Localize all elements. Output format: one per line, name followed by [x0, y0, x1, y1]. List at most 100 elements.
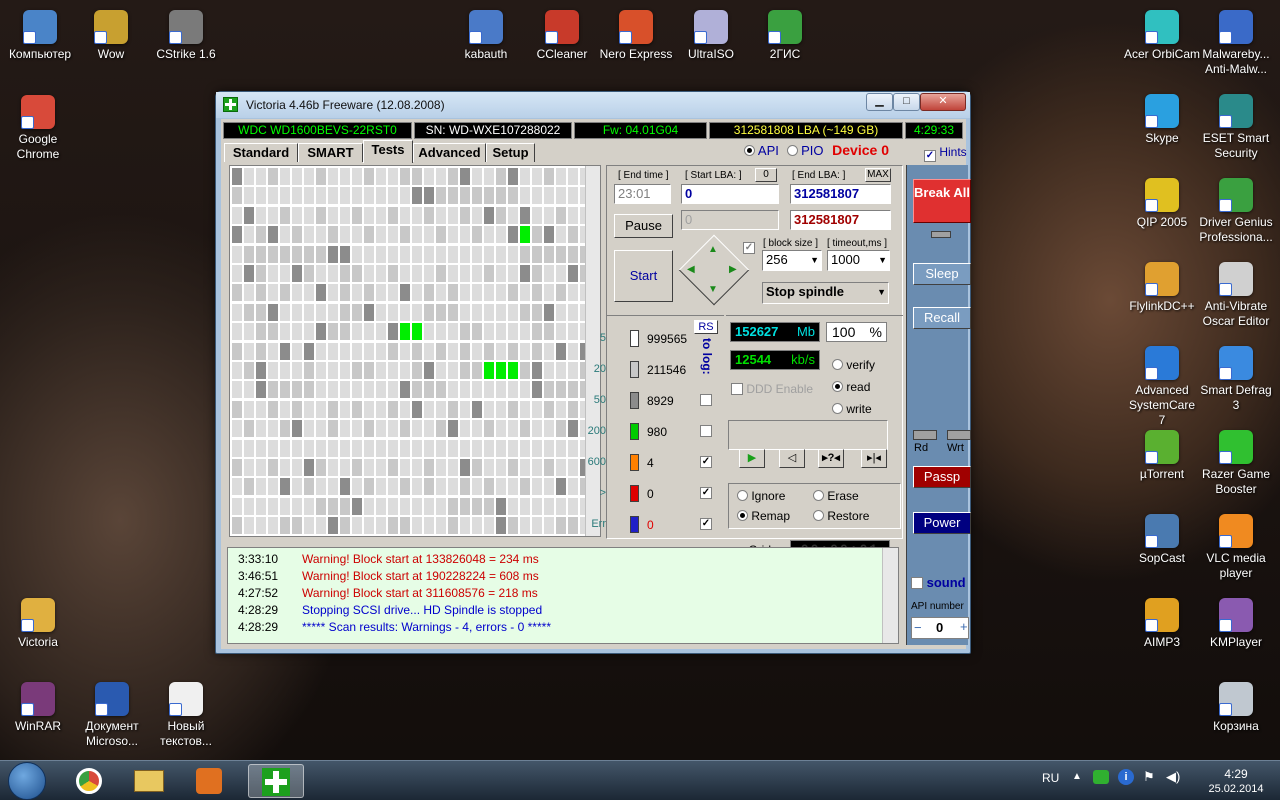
desktop-icon[interactable]: WinRAR: [0, 682, 76, 734]
nav-left-icon[interactable]: ◀: [687, 264, 695, 275]
ignore-radio[interactable]: [737, 490, 748, 501]
power-button[interactable]: Power: [913, 512, 971, 534]
title-bar[interactable]: Victoria 4.46b Freeware (12.08.2008) ▁ □…: [216, 92, 970, 118]
desktop-icon[interactable]: Документ Microsо...: [74, 682, 150, 749]
hints-checkbox[interactable]: ✓: [924, 150, 936, 162]
write-radio[interactable]: [832, 403, 843, 414]
spindle-select[interactable]: Stop spindle ▼: [762, 282, 889, 304]
nav-checkbox[interactable]: ✓: [743, 242, 755, 254]
recall-button[interactable]: Recall: [913, 307, 971, 329]
end-time-field[interactable]: 23:01: [614, 184, 671, 204]
tab-advanced[interactable]: Advanced: [413, 143, 486, 162]
clock-time[interactable]: 4:29: [1206, 767, 1266, 781]
tab-standard[interactable]: Standard: [224, 143, 298, 162]
skip-end-icon[interactable]: ▸|◂: [861, 449, 887, 468]
erase-radio[interactable]: [813, 490, 824, 501]
pause-button[interactable]: Pause: [614, 214, 673, 238]
rewind-icon[interactable]: ◁: [779, 449, 805, 468]
desktop-icon[interactable]: Wow: [73, 10, 149, 62]
read-radio[interactable]: [832, 381, 843, 392]
desktop-icon[interactable]: 2ГИС: [747, 10, 823, 62]
timeout-select[interactable]: 1000 ▼: [827, 250, 890, 271]
desktop-icon[interactable]: Driver Genius Professiona...: [1198, 178, 1274, 245]
jump-unknown-icon[interactable]: ▸?◂: [818, 449, 844, 468]
verify-radio[interactable]: [832, 359, 843, 370]
desktop-icon[interactable]: FlylinkDC++: [1124, 262, 1200, 314]
info-icon[interactable]: i: [1118, 769, 1134, 785]
log-checkbox[interactable]: [700, 394, 712, 406]
rs-button[interactable]: RS: [694, 320, 718, 334]
desktop-icon[interactable]: CCleaner: [524, 10, 600, 62]
block-size-select[interactable]: 256 ▼: [762, 250, 822, 271]
tab-setup[interactable]: Setup: [486, 143, 535, 162]
desktop-icon[interactable]: Skype: [1124, 94, 1200, 146]
desktop-icon[interactable]: Google Chrome: [0, 95, 76, 162]
volume-icon[interactable]: ◀): [1166, 769, 1180, 785]
start-button[interactable]: Start: [614, 250, 673, 302]
desktop-icon[interactable]: Advanced SystemCare 7: [1124, 346, 1200, 428]
start-lba-input[interactable]: 0: [681, 184, 779, 204]
desktop-icon[interactable]: AIMP3: [1124, 598, 1200, 650]
tray-expand-icon[interactable]: ▲: [1072, 771, 1082, 782]
desktop-icon[interactable]: Корзина: [1198, 682, 1274, 734]
desktop-icon[interactable]: KMPlayer: [1198, 598, 1274, 650]
sound-checkbox[interactable]: [911, 577, 923, 589]
taskbar-explorer[interactable]: [120, 764, 178, 798]
grid-scrollbar[interactable]: [585, 166, 600, 536]
max-lba-button[interactable]: MAX: [865, 168, 891, 182]
maximize-button[interactable]: □: [893, 93, 920, 111]
play-icon[interactable]: ▶: [739, 449, 765, 468]
desktop-icon[interactable]: kabauth: [448, 10, 524, 62]
victoria-window[interactable]: Victoria 4.46b Freeware (12.08.2008) ▁ □…: [215, 91, 971, 654]
api-number-spinner[interactable]: − 0 +: [911, 617, 969, 639]
passp-button[interactable]: Passp: [913, 466, 971, 488]
break-all-button[interactable]: Break All: [913, 179, 971, 223]
api-minus-button[interactable]: −: [914, 620, 922, 635]
desktop-icon[interactable]: ESET Smart Security: [1198, 94, 1274, 161]
log-checkbox[interactable]: ✓: [700, 456, 712, 468]
desktop-icon[interactable]: SopCast: [1124, 514, 1200, 566]
close-button[interactable]: ✕: [920, 93, 966, 111]
nav-up-icon[interactable]: ▲: [708, 244, 718, 255]
flag-icon[interactable]: ⚑: [1143, 769, 1155, 785]
language-indicator[interactable]: RU: [1042, 771, 1059, 785]
minimize-button[interactable]: ▁: [866, 93, 893, 111]
tab-smart[interactable]: SMART: [298, 143, 363, 162]
start-orb-icon[interactable]: [8, 762, 46, 800]
nav-down-icon[interactable]: ▼: [708, 284, 718, 295]
desktop-icon[interactable]: Razer Game Booster: [1198, 430, 1274, 497]
tab-tests[interactable]: Tests: [363, 140, 413, 163]
desktop-icon[interactable]: Victoria: [0, 598, 76, 650]
desktop-icon[interactable]: UltraISO: [673, 10, 749, 62]
log-checkbox[interactable]: [700, 425, 712, 437]
pio-radio[interactable]: [786, 145, 798, 156]
api-plus-button[interactable]: +: [960, 619, 968, 634]
remap-radio[interactable]: [737, 510, 748, 521]
desktop-icon[interactable]: Smart Defrag 3: [1198, 346, 1274, 413]
log-checkbox[interactable]: ✓: [700, 487, 712, 499]
sleep-button[interactable]: Sleep: [913, 263, 971, 285]
desktop-icon[interactable]: Malwareby... Anti-Malw...: [1198, 10, 1274, 77]
clock-date[interactable]: 25.02.2014: [1196, 783, 1276, 795]
network-icon[interactable]: [1093, 770, 1109, 784]
start-lba-zero-button[interactable]: 0: [755, 168, 777, 182]
desktop-icon[interactable]: VLC media player: [1198, 514, 1274, 581]
desktop-icon[interactable]: Компьютер: [2, 10, 78, 62]
log-scrollbar[interactable]: [882, 548, 898, 643]
end-lba-input[interactable]: 312581807: [790, 184, 891, 204]
desktop-icon[interactable]: Anti-Vibrate Oscar Editor: [1198, 262, 1274, 329]
taskbar-victoria[interactable]: [248, 764, 304, 798]
ddd-enable-checkbox[interactable]: [731, 383, 743, 395]
desktop-icon[interactable]: QIP 2005: [1124, 178, 1200, 230]
taskbar-media-player[interactable]: [180, 764, 238, 798]
taskbar-chrome[interactable]: [60, 764, 118, 798]
restore-radio[interactable]: [813, 510, 824, 521]
desktop-icon[interactable]: Новый текстов...: [148, 682, 224, 749]
desktop-icon[interactable]: Nero Express: [598, 10, 674, 62]
desktop-icon[interactable]: CStrike 1.6: [148, 10, 224, 62]
api-radio[interactable]: [744, 145, 755, 156]
desktop-icon[interactable]: Acer OrbiCam: [1124, 10, 1200, 62]
log-checkbox[interactable]: ✓: [700, 518, 712, 530]
nav-right-icon[interactable]: ▶: [729, 264, 737, 275]
desktop-icon[interactable]: µTorrent: [1124, 430, 1200, 482]
